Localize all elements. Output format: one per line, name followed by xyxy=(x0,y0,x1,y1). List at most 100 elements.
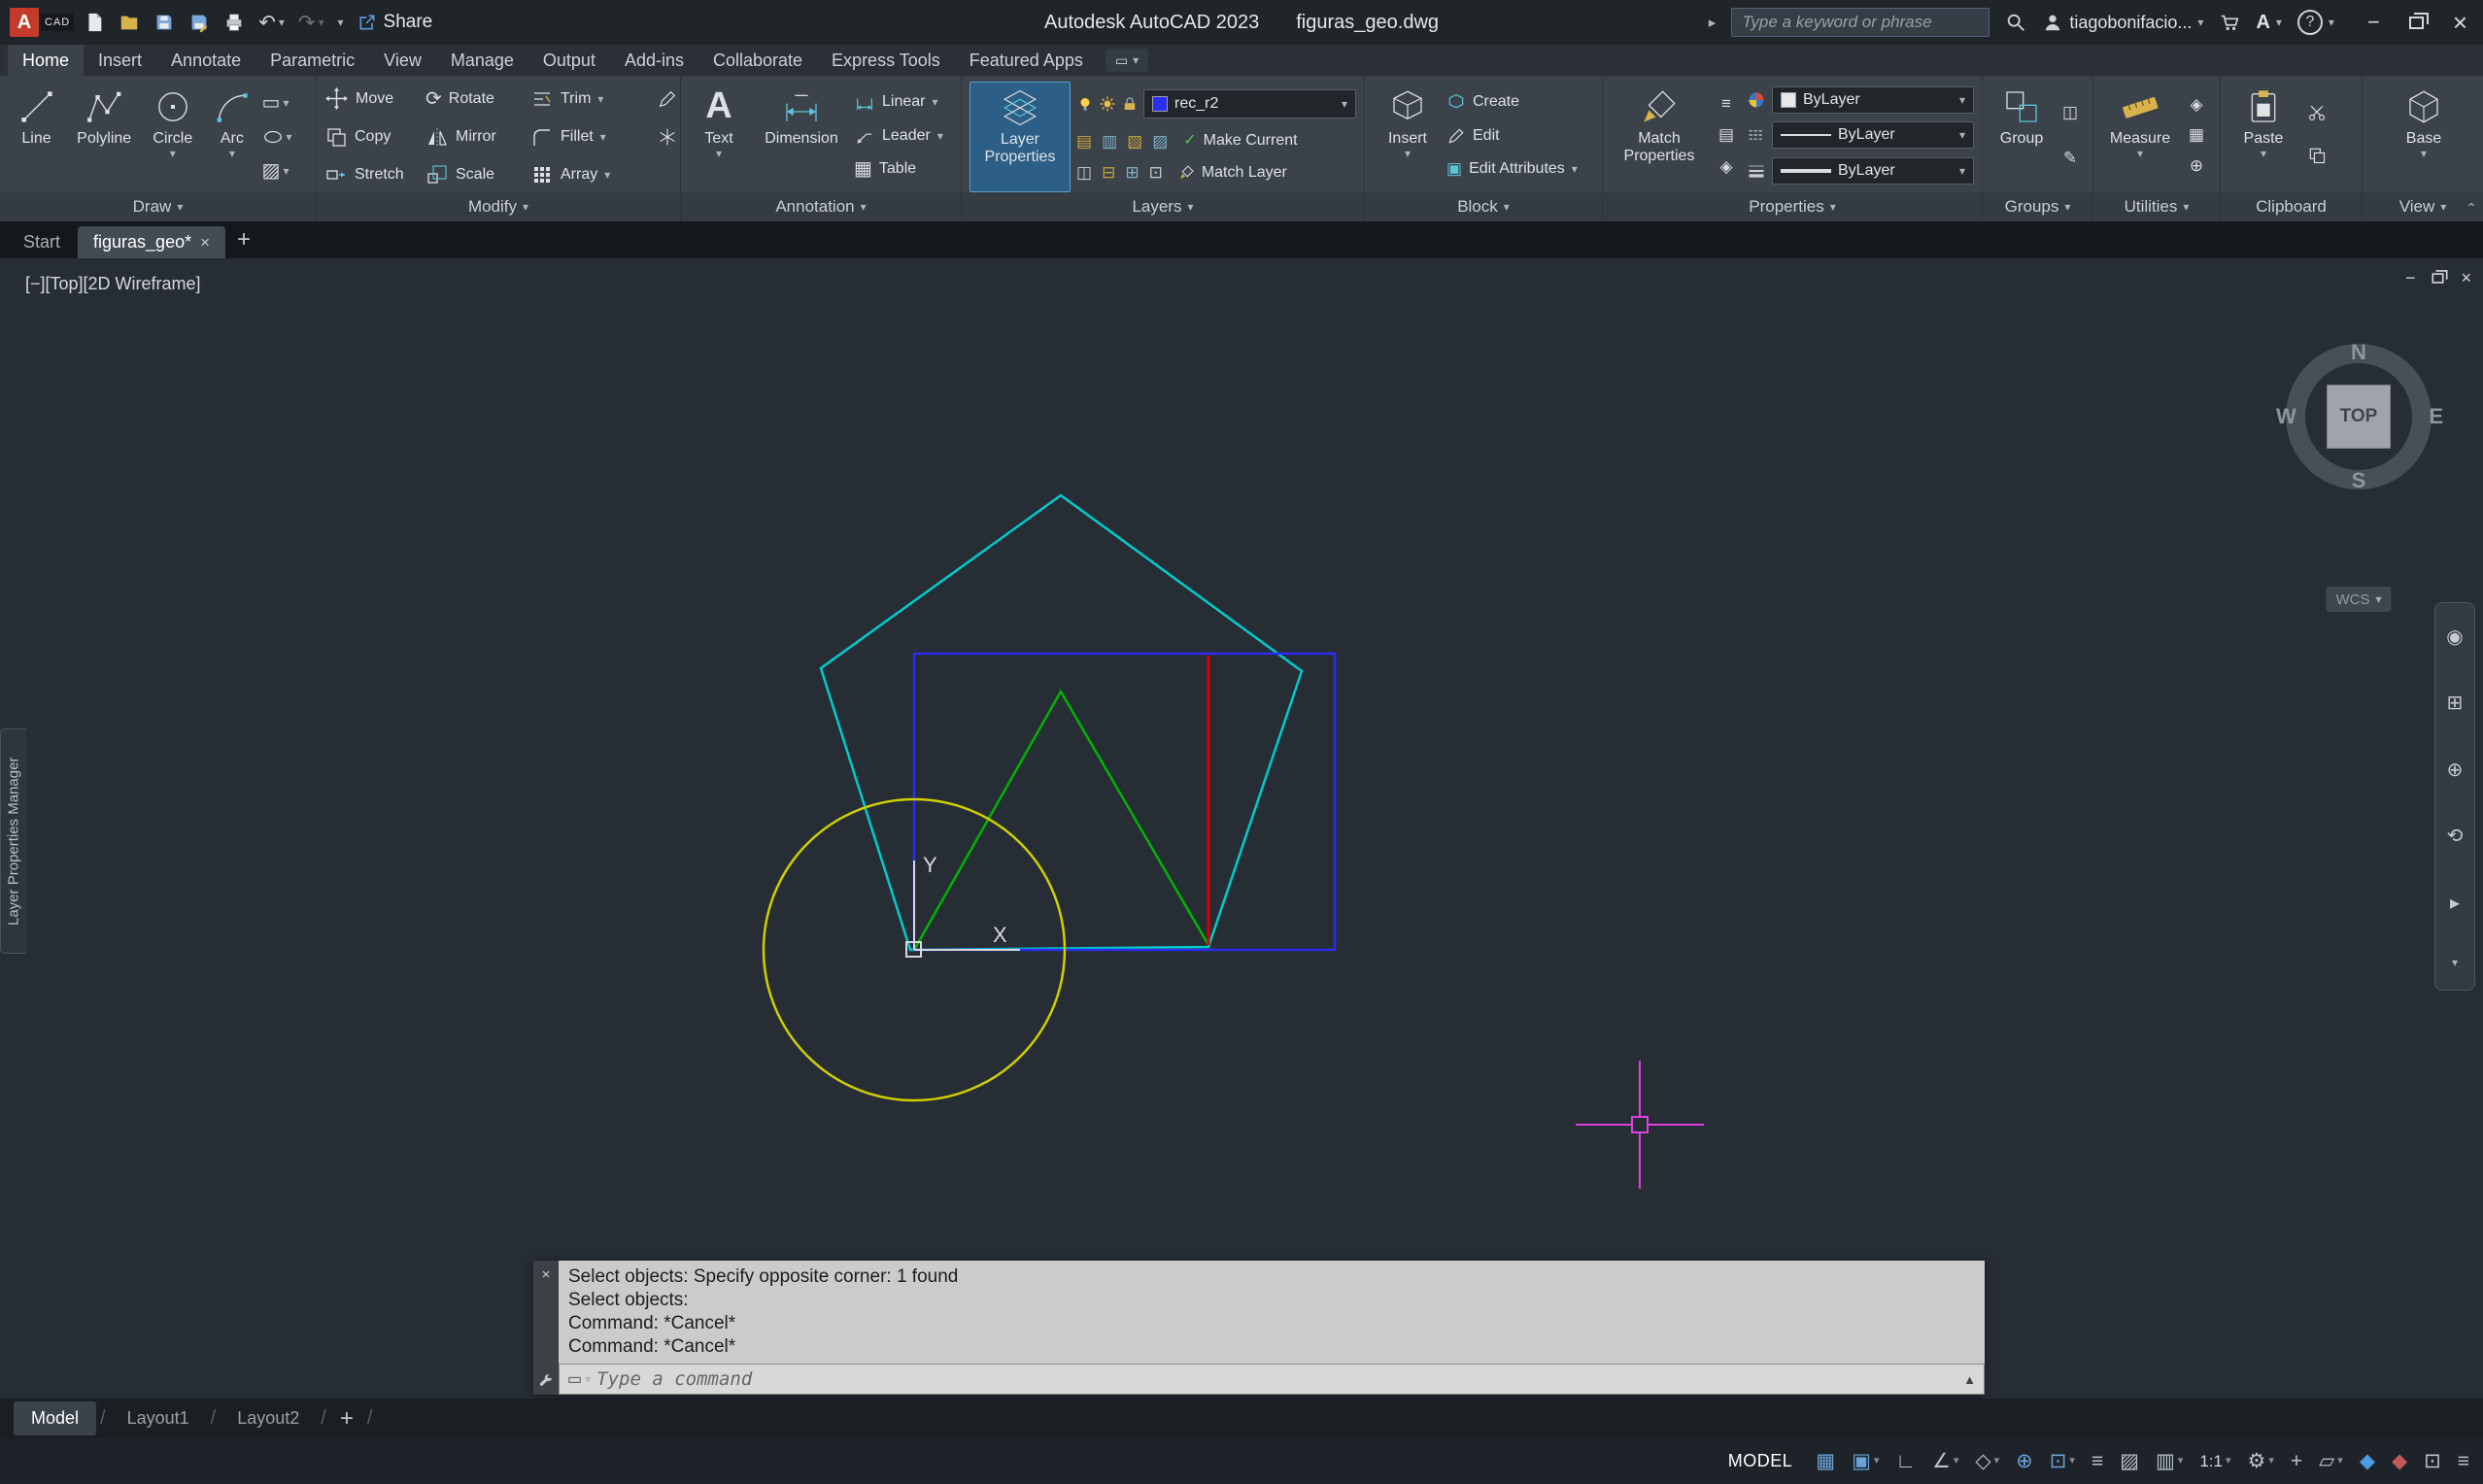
table-button[interactable]: ▦Table xyxy=(854,159,955,179)
polar-tracking-icon[interactable]: ∠▾ xyxy=(1932,1451,1958,1471)
autodesk-access-button[interactable]: A▾ xyxy=(2256,12,2281,34)
wcs-dropdown[interactable]: WCS▾ xyxy=(2326,587,2391,612)
tab-parametric[interactable]: Parametric xyxy=(255,45,369,76)
layer-freeze-icon[interactable]: ▧ xyxy=(1127,133,1142,150)
rotate-button[interactable]: ⟳Rotate xyxy=(425,89,527,109)
array-button[interactable]: Array▾ xyxy=(530,163,653,186)
navbar-caret-icon[interactable]: ▾ xyxy=(2452,957,2458,968)
layout-tab-layout2[interactable]: Layout2 xyxy=(220,1401,317,1435)
tray-icon[interactable]: ▱▾ xyxy=(2319,1451,2343,1471)
plot-button[interactable] xyxy=(223,12,245,33)
viewcube[interactable]: N S W E TOP WCS▾ xyxy=(2286,344,2432,489)
undo-button[interactable]: ↶▾ xyxy=(258,13,285,33)
rectangle-icon[interactable]: ▭▾ xyxy=(262,93,310,113)
edit-block-button[interactable]: Edit xyxy=(1446,126,1596,146)
graphics-performance-icon[interactable]: ◆ xyxy=(2360,1451,2375,1471)
app-menu-button[interactable]: A CAD xyxy=(10,8,74,37)
drawing-canvas[interactable]: YX xyxy=(0,258,2483,1399)
layer-dropdown[interactable]: rec_r2 ▾ xyxy=(1143,89,1356,118)
file-tab-start[interactable]: Start xyxy=(8,226,76,258)
polyline-button[interactable]: Polyline xyxy=(69,82,139,192)
text-button[interactable]: A Text ▾ xyxy=(689,82,749,192)
layer-properties-manager-tab[interactable]: Layer Properties Manager xyxy=(0,728,26,954)
edit-attributes-button[interactable]: ▣Edit Attributes▾ xyxy=(1446,160,1596,178)
insert-button[interactable]: Insert ▾ xyxy=(1373,82,1443,192)
quick-calc-icon[interactable]: ▦ xyxy=(2189,126,2204,143)
group-button[interactable]: Group xyxy=(1990,82,2053,192)
fillet-button[interactable]: Fillet▾ xyxy=(530,125,653,149)
model-space-toggle[interactable]: MODEL xyxy=(1728,1451,1793,1471)
annotation-scale[interactable]: 1:1▾ xyxy=(2199,1453,2230,1469)
viewport-minimize-icon[interactable]: − xyxy=(2405,268,2416,288)
object-snap-tracking-icon[interactable]: ⊕ xyxy=(2016,1451,2033,1471)
zoom-icon[interactable]: ⊕ xyxy=(2447,758,2464,782)
clean-screen-icon[interactable]: ⊡ xyxy=(2424,1451,2441,1471)
layer-properties-button[interactable]: Layer Properties xyxy=(969,82,1071,192)
ribbon-collapse-icon[interactable]: ⌃ xyxy=(2466,200,2477,217)
properties-list-icon[interactable]: ≡ xyxy=(1721,95,1731,112)
measure-button[interactable]: Measure ▾ xyxy=(2101,82,2179,192)
search-icon[interactable] xyxy=(2005,12,2026,33)
ortho-mode-icon[interactable]: ∟ xyxy=(1895,1451,1916,1471)
group-edit-icon[interactable]: ✎ xyxy=(2063,150,2077,166)
green-zigzag[interactable] xyxy=(914,691,1208,950)
customization-menu-icon[interactable]: ≡ xyxy=(2458,1451,2469,1471)
lineweight-icon[interactable]: ≡ xyxy=(2092,1451,2103,1471)
leader-button[interactable]: Leader▾ xyxy=(854,125,955,147)
help-button[interactable]: ?▾ xyxy=(2297,10,2334,35)
transparency-icon[interactable]: ▨ xyxy=(2120,1451,2139,1471)
minimize-button[interactable]: − xyxy=(2367,10,2380,35)
viewcube-top-face[interactable]: TOP xyxy=(2327,385,2391,449)
search-input[interactable] xyxy=(1731,8,1990,37)
ungroup-icon[interactable]: ◫ xyxy=(2062,104,2078,120)
isolate-objects-icon[interactable]: + xyxy=(2291,1451,2302,1471)
viewcube-west[interactable]: W xyxy=(2276,404,2296,429)
maximize-button[interactable] xyxy=(2409,17,2424,29)
panel-label-utilities[interactable]: Utilities▾ xyxy=(2093,192,2220,221)
object-color-dropdown[interactable]: ByLayer▾ xyxy=(1772,86,1974,114)
mirror-button[interactable]: Mirror xyxy=(425,125,527,149)
layer-state-icon[interactable]: ⊞ xyxy=(1125,164,1139,181)
tab-view[interactable]: View xyxy=(369,45,436,76)
qat-customize-button[interactable]: ▾ xyxy=(338,17,344,28)
viewcube-south[interactable]: S xyxy=(2352,468,2366,493)
viewport-controls-label[interactable]: [−][Top][2D Wireframe] xyxy=(25,274,201,294)
hatch-icon[interactable]: ▨▾ xyxy=(262,161,310,181)
copy-clip-icon[interactable] xyxy=(2307,146,2327,165)
object-snap-icon[interactable]: ⊡▾ xyxy=(2050,1451,2075,1471)
viewport-restore-icon[interactable] xyxy=(2432,273,2444,283)
properties-table-icon[interactable]: ▤ xyxy=(1718,126,1734,143)
cut-icon[interactable] xyxy=(2307,103,2327,122)
arc-button[interactable]: Arc ▾ xyxy=(206,82,257,192)
tab-manage[interactable]: Manage xyxy=(436,45,528,76)
crosshair-pickbox[interactable] xyxy=(1632,1117,1648,1132)
tab-collaborate[interactable]: Collaborate xyxy=(698,45,817,76)
panel-label-properties[interactable]: Properties▾ xyxy=(1603,192,1982,221)
file-tab-figuras-geo[interactable]: figuras_geo* × xyxy=(78,226,225,258)
new-layout-button[interactable]: + xyxy=(330,1405,363,1433)
viewcube-north[interactable]: N xyxy=(2351,340,2366,365)
id-point-icon[interactable]: ⊕ xyxy=(2190,157,2203,174)
showmotion-icon[interactable]: ▸ xyxy=(2450,891,2460,915)
pentagon[interactable] xyxy=(821,495,1302,950)
save-as-button[interactable] xyxy=(188,12,210,33)
isometric-drafting-icon[interactable]: ◇▾ xyxy=(1975,1451,1999,1471)
command-history[interactable]: Select objects: Specify opposite corner:… xyxy=(559,1261,1985,1364)
tab-express-tools[interactable]: Express Tools xyxy=(817,45,955,76)
viewcube-east[interactable]: E xyxy=(2429,404,2443,429)
viewport-close-icon[interactable]: × xyxy=(2461,268,2471,288)
layer-lock-icon[interactable] xyxy=(1121,95,1139,113)
panel-label-draw[interactable]: Draw▾ xyxy=(0,192,316,221)
open-file-button[interactable] xyxy=(119,12,140,33)
base-button[interactable]: Base ▾ xyxy=(2390,82,2458,192)
tab-annotate[interactable]: Annotate xyxy=(156,45,255,76)
scale-button[interactable]: Scale xyxy=(425,163,527,186)
layer-isolate-icon[interactable]: ▥ xyxy=(1102,133,1117,150)
move-button[interactable]: Move xyxy=(324,86,422,111)
steering-wheel-icon[interactable]: ◉ xyxy=(2446,624,2463,649)
quick-select-icon[interactable]: ◈ xyxy=(2190,96,2202,113)
new-file-button[interactable] xyxy=(84,12,105,33)
layout-tab-model[interactable]: Model xyxy=(14,1401,96,1435)
search-expand-icon[interactable]: ▸ xyxy=(1709,16,1717,30)
layer-merge-icon[interactable]: ⊡ xyxy=(1149,164,1163,181)
